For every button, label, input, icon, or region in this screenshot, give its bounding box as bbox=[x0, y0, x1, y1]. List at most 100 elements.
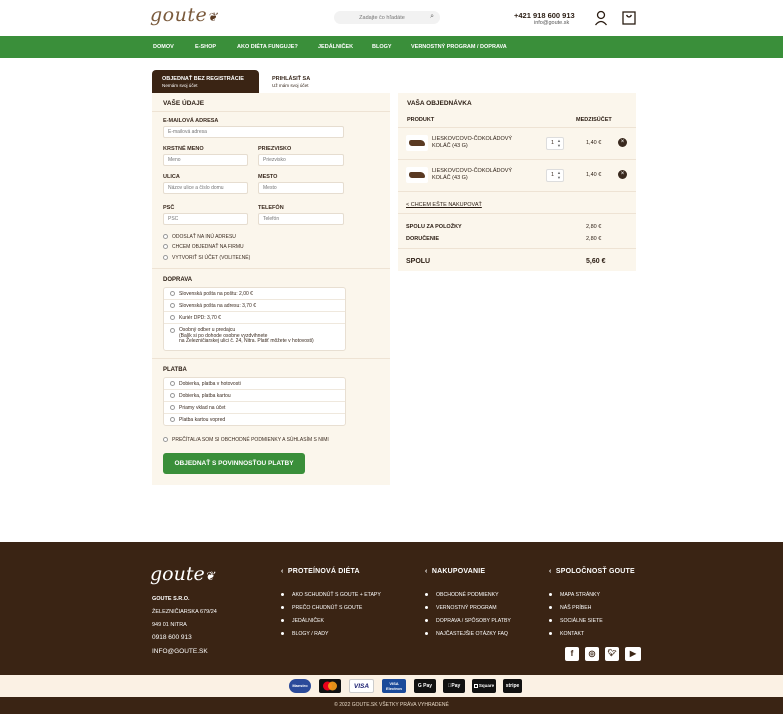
radio-icon bbox=[170, 417, 175, 423]
footer-link[interactable]: BLOGY / RADY bbox=[281, 631, 329, 637]
radio-icon bbox=[170, 381, 175, 387]
nav-item-meal-plan[interactable]: JEDÁLNIČEK bbox=[318, 44, 353, 50]
shipping-option-pickup[interactable]: Osobný odber u predajcu (Balík si po doho… bbox=[164, 324, 345, 351]
email-field[interactable] bbox=[163, 126, 344, 138]
radio-icon bbox=[170, 303, 175, 309]
street-field[interactable] bbox=[163, 182, 248, 194]
delivery-label: DORUČENIE bbox=[406, 236, 440, 242]
radio-icon bbox=[163, 255, 168, 261]
zip-field[interactable] bbox=[163, 213, 248, 225]
payment-option-transfer[interactable]: Priamy vklad na účet bbox=[164, 402, 345, 414]
twitter-icon[interactable]: 🐦︎ bbox=[605, 647, 619, 661]
shipping-option-dpd[interactable]: Kuriér DPD: 3,70 € bbox=[164, 312, 345, 324]
shipping-option-post-address[interactable]: Slovenská pošta na adresu: 3,70 € bbox=[164, 300, 345, 312]
header-phone[interactable]: +421 918 600 913 bbox=[514, 11, 575, 20]
main-nav: DOMOV E-SHOP AKO DIÉTA FUNGUJE? JEDÁLNIČ… bbox=[0, 36, 783, 58]
last-name-field[interactable] bbox=[258, 154, 344, 166]
nav-item-home[interactable]: DOMOV bbox=[153, 44, 174, 50]
nav-item-how-it-works[interactable]: AKO DIÉTA FUNGUJE? bbox=[237, 44, 298, 50]
instagram-icon[interactable]: ◎ bbox=[585, 647, 599, 661]
footer-link[interactable]: NAJČASTEJŠIE OTÁZKY FAQ bbox=[425, 631, 508, 637]
first-name-label: KRSTNÉ MENO bbox=[163, 146, 204, 152]
search-icon[interactable]: ⌕ bbox=[430, 13, 434, 21]
footer-logo[interactable]: goute❦ bbox=[150, 563, 215, 585]
city-field[interactable] bbox=[258, 182, 344, 194]
company-checkbox[interactable]: CHCEM OBJEDNAŤ NA FIRMU bbox=[163, 244, 244, 250]
logo[interactable]: goute❦ bbox=[150, 4, 218, 26]
divider bbox=[152, 111, 390, 112]
phone-field[interactable] bbox=[258, 213, 344, 225]
footer-link[interactable]: AKO SCHUDNÚŤ S GOUTE + ETAPY bbox=[281, 592, 381, 598]
payment-option-cod-card[interactable]: Dobierka, platba kartou bbox=[164, 390, 345, 402]
first-name-field[interactable] bbox=[163, 154, 248, 166]
tab-login[interactable]: PRIHLÁSIŤ SA Už mám svoj účet bbox=[272, 76, 310, 88]
submit-order-button[interactable]: OBJEDNAŤ S POVINNOSŤOU PLATBY bbox=[163, 453, 305, 474]
street-label: ULICA bbox=[163, 174, 180, 180]
continue-shopping-link[interactable]: < CHCEM EŠTE NAKUPOVAŤ bbox=[406, 202, 482, 208]
items-total-value: 2,80 € bbox=[586, 224, 602, 230]
leaf-icon: ❦ bbox=[207, 10, 218, 24]
chevron-left-icon: ‹ bbox=[425, 568, 432, 575]
payment-option-cod-cash[interactable]: Dobierka, platba v hotovosti bbox=[164, 378, 345, 390]
footer-link[interactable]: NÁŠ PRÍBEH bbox=[549, 605, 591, 611]
shipping-title: DOPRAVA bbox=[163, 277, 193, 283]
nav-item-blogs[interactable]: BLOGY bbox=[372, 44, 392, 50]
google-pay-icon: G Pay bbox=[414, 679, 436, 693]
tab-guest-checkout[interactable]: OBJEDNAŤ BEZ REGISTRÁCIE Nemám svoj účet bbox=[152, 70, 259, 93]
facebook-icon[interactable]: f bbox=[565, 647, 579, 661]
payment-options: Dobierka, platba v hotovosti Dobierka, p… bbox=[163, 377, 346, 426]
quantity-stepper[interactable]: 1 ▲ ▼ bbox=[546, 137, 564, 150]
nav-item-loyalty[interactable]: VERNOSTNÝ PROGRAM / DOPRAVA bbox=[411, 44, 507, 50]
mastercard-icon bbox=[319, 679, 341, 693]
radio-icon bbox=[170, 315, 175, 321]
footer-email[interactable]: INFO@GOUTE.SK bbox=[152, 648, 208, 655]
terms-checkbox[interactable]: PREČÍTAL/A SOM SI OBCHODNÉ PODMIENKY A S… bbox=[163, 437, 329, 443]
order-item: LIESKOVCOVO-ČOKOLÁDOVÝ KOLÁČ (43 G) 1 ▲ ▼ … bbox=[398, 159, 636, 189]
header-email[interactable]: info@goute.sk bbox=[534, 20, 569, 26]
radio-icon bbox=[170, 405, 175, 411]
shipping-option-post-office[interactable]: Slovenská pošta na poštu: 2,00 € bbox=[164, 288, 345, 300]
remove-item-icon[interactable]: × bbox=[618, 138, 627, 147]
radio-icon bbox=[170, 393, 175, 399]
footer-phone[interactable]: 0918 600 913 bbox=[152, 634, 192, 641]
product-image bbox=[406, 135, 428, 151]
footer-link[interactable]: JEDÁLNIČEK bbox=[281, 618, 324, 624]
city-label: MESTO bbox=[258, 174, 278, 180]
total-value: 5,60 € bbox=[586, 258, 606, 265]
create-account-checkbox[interactable]: VYTVORIŤ SI ÚČET (VOLITEĽNÉ) bbox=[163, 255, 250, 261]
quantity-stepper[interactable]: 1 ▲ ▼ bbox=[546, 169, 564, 182]
nav-item-eshop[interactable]: E-SHOP bbox=[195, 44, 216, 50]
footer-link[interactable]: KONTAKT bbox=[549, 631, 584, 637]
footer-link[interactable]: DOPRAVA / SPÔSOBY PLATBY bbox=[425, 618, 511, 624]
site-header: goute❦ ⌕ +421 918 600 913 info@goute.sk bbox=[0, 0, 783, 36]
other-address-checkbox[interactable]: ODOSLAŤ NA INÚ ADRESU bbox=[163, 234, 236, 240]
phone-label: TELEFÓN bbox=[258, 205, 284, 211]
product-image bbox=[406, 167, 428, 183]
stepper-arrows-icon[interactable]: ▲ ▼ bbox=[557, 138, 561, 148]
footer-link[interactable]: PREČO CHUDNÚŤ S GOUTE bbox=[281, 605, 362, 611]
radio-icon bbox=[170, 328, 175, 333]
search-input[interactable] bbox=[342, 13, 422, 22]
payment-option-card[interactable]: Platba kartou vopred bbox=[164, 414, 345, 426]
stepper-arrows-icon[interactable]: ▲ ▼ bbox=[557, 170, 561, 180]
youtube-icon[interactable]: ▶ bbox=[625, 647, 641, 661]
total-label: SPOLU bbox=[406, 258, 431, 265]
divider bbox=[152, 268, 390, 269]
remove-item-icon[interactable]: × bbox=[618, 170, 627, 179]
copyright-text: © 2022 GOUTE.SK VŠETKY PRÁVA VYHRADENÉ bbox=[334, 702, 449, 708]
footer-link[interactable]: SOCIÁLNE SIETE bbox=[549, 618, 603, 624]
zip-label: PSČ bbox=[163, 205, 175, 211]
footer-link[interactable]: MAPA STRÁNKY bbox=[549, 592, 600, 598]
radio-icon bbox=[163, 437, 168, 443]
site-footer bbox=[0, 542, 783, 675]
footer-link[interactable]: OBCHODNÉ PODMIENKY bbox=[425, 592, 499, 598]
stripe-icon: stripe bbox=[503, 679, 522, 693]
payment-title: PLATBA bbox=[163, 367, 187, 373]
footer-heading-shopping: ‹ NAKUPOVANIE bbox=[425, 568, 486, 575]
shopping-bag-icon[interactable] bbox=[622, 10, 636, 25]
shipping-options: Slovenská pošta na poštu: 2,00 € Slovens… bbox=[163, 287, 346, 351]
copyright-bar: © 2022 GOUTE.SK VŠETKY PRÁVA VYHRADENÉ bbox=[0, 697, 783, 714]
user-icon[interactable] bbox=[594, 10, 608, 26]
footer-link[interactable]: VERNOSTNÝ PROGRAM bbox=[425, 605, 497, 611]
visa-electron-icon: VISA Electron bbox=[382, 679, 406, 693]
